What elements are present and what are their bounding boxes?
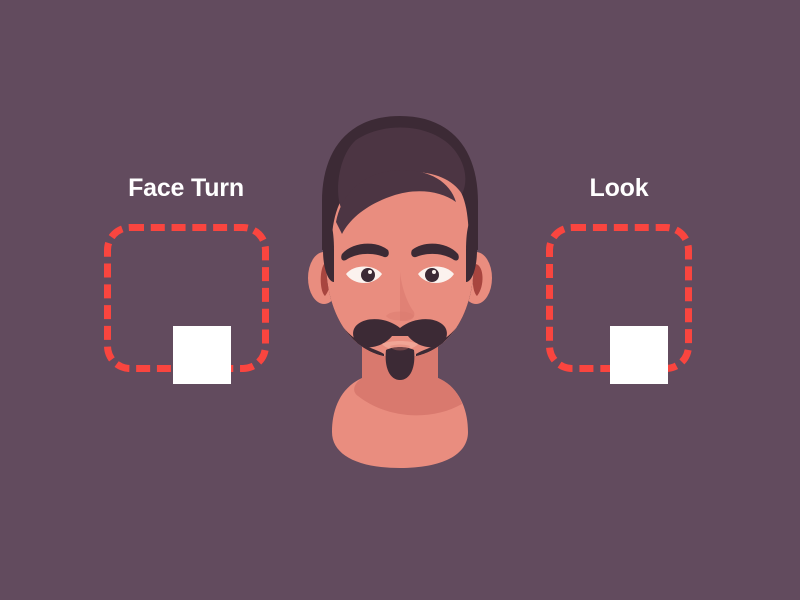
inner-square-face-turn[interactable] xyxy=(173,326,231,384)
bearded-man-face-illustration xyxy=(290,110,510,480)
inner-square-look[interactable] xyxy=(610,326,668,384)
slot-label-look: Look xyxy=(589,174,649,202)
dashed-drop-area-face-turn[interactable] xyxy=(104,224,269,384)
screenshot-canvas: Face Turn Look xyxy=(0,0,800,600)
dashed-drop-area-look[interactable] xyxy=(546,224,692,384)
placeholder-slot-look[interactable]: Look xyxy=(540,174,698,384)
slot-label-face-turn: Face Turn xyxy=(128,174,244,202)
placeholder-slot-face-turn[interactable]: Face Turn xyxy=(96,174,276,384)
